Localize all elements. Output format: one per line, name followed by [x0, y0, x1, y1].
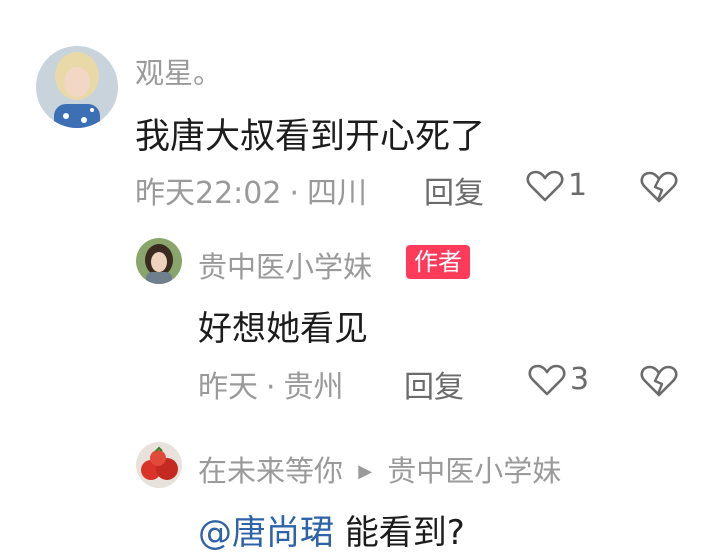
- reply2-text: 能看到?: [344, 513, 465, 553]
- reply1-like-button[interactable]: 3: [528, 362, 589, 397]
- reply2-header: 在未来等你 ▶ 贵中医小学妹: [198, 448, 561, 490]
- reply-arrow-icon: ▶: [358, 461, 373, 482]
- heart-icon: [528, 364, 566, 395]
- reply2-username[interactable]: 在未来等你: [198, 454, 343, 488]
- reply2-body: @唐尚珺 能看到?: [198, 505, 465, 554]
- meta-separator: ·: [266, 370, 276, 405]
- mention-link[interactable]: @唐尚珺: [198, 513, 334, 553]
- reply1-username[interactable]: 贵中医小学妹: [198, 244, 372, 286]
- author-badge: 作者: [406, 245, 470, 279]
- reply1-text: 好想她看见: [198, 309, 368, 349]
- comment-reply-button[interactable]: 回复: [424, 168, 484, 212]
- comment-dislike-button[interactable]: [640, 170, 678, 208]
- avatar-image: [136, 238, 182, 284]
- comment-meta: 昨天22:02 · 四川: [135, 168, 367, 212]
- avatar-guizhongyi[interactable]: [136, 238, 182, 284]
- meta-separator: ·: [289, 176, 300, 211]
- reply1-reply-button[interactable]: 回复: [404, 362, 464, 406]
- broken-heart-icon: [640, 171, 678, 203]
- reply1-meta: 昨天 · 贵州: [198, 362, 344, 406]
- avatar-guanxing[interactable]: [36, 46, 118, 128]
- comment-time: 昨天22:02: [135, 176, 282, 211]
- reply1-location: 贵州: [283, 370, 344, 405]
- comment-text: 我唐大叔看到开心死了: [135, 117, 486, 157]
- reply1-time: 昨天: [198, 370, 258, 405]
- comment-like-count: 1: [568, 168, 588, 203]
- comment-username[interactable]: 观星。: [135, 50, 222, 92]
- comment-like-button[interactable]: 1: [526, 168, 587, 203]
- broken-heart-icon: [640, 365, 678, 397]
- reply1-like-count: 3: [570, 362, 590, 397]
- avatar-image: [136, 442, 182, 488]
- avatar-image: [36, 46, 118, 128]
- comment-location: 四川: [307, 176, 368, 211]
- avatar-zaiweilai[interactable]: [136, 442, 182, 488]
- reply2-reply-to[interactable]: 贵中医小学妹: [387, 454, 561, 488]
- reply1-dislike-button[interactable]: [640, 364, 678, 402]
- heart-icon: [526, 170, 564, 201]
